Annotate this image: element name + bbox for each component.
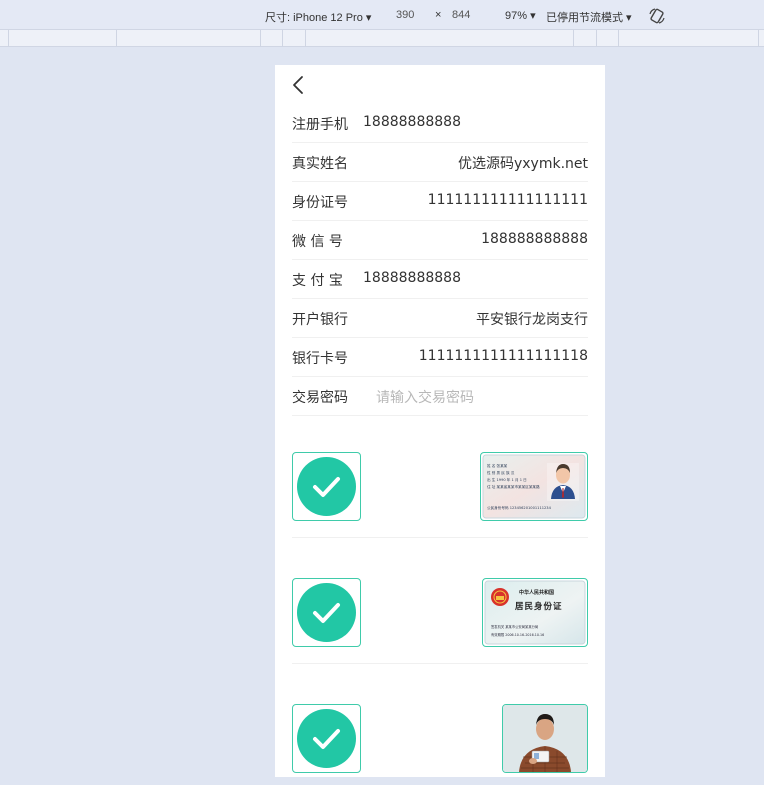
emblem-validity-value: 2006.10.16-2016.10.16 (505, 633, 544, 637)
id-sex-value: 男 (497, 470, 501, 475)
upload-id-emblem: 中华人民共和国 居民身份证 签发机关 某某市公安局某某分局 有效期限 2006.… (292, 538, 588, 664)
emblem-authority-label: 签发机关 (491, 624, 505, 629)
id-ethnic-label: 民 族 (501, 470, 510, 475)
id-name-label: 姓 名 (487, 463, 496, 468)
zoom-select[interactable]: 97% ▾ (505, 9, 536, 22)
svg-text:姓 名 张某某: 姓 名 张某某 (487, 463, 508, 468)
id-ethnic-value: 汉 (511, 470, 515, 475)
id-card-portrait-image[interactable]: 姓 名 张某某 性 别 男 民 族 汉 出 生 1990 年 1 月 1 日 住… (480, 452, 588, 521)
id-number-value: 123456201001111234 (510, 506, 552, 510)
row-value: 18888888888 (363, 114, 461, 130)
viewport-height-input[interactable]: 844 (452, 9, 470, 21)
row-card-number: 银行卡号 1111111111111111118 (292, 338, 588, 377)
row-real-name: 真实姓名 优选源码yxymk.net (292, 143, 588, 182)
ruler-segment[interactable] (305, 30, 306, 47)
back-arrow-icon[interactable] (287, 73, 311, 97)
row-label: 微 信 号 (292, 234, 343, 250)
id-birth-value: 1990 年 1 月 1 日 (497, 477, 527, 482)
upload-check-button[interactable] (292, 578, 361, 647)
row-label: 支 付 宝 (292, 273, 343, 289)
ruler-segment[interactable] (116, 30, 117, 47)
device-select[interactable]: 尺寸: iPhone 12 Pro ▾ (265, 9, 371, 25)
upload-id-portrait: 姓 名 张某某 性 别 男 民 族 汉 出 生 1990 年 1 月 1 日 住… (292, 412, 588, 538)
row-label: 真实姓名 (292, 156, 348, 172)
trade-password-input[interactable]: 请输入交易密码 (376, 387, 474, 407)
id-birth-label: 出 生 (487, 477, 496, 482)
ruler-segment[interactable] (573, 30, 574, 47)
row-phone: 注册手机 18888888888 (292, 104, 588, 143)
svg-text:签发机关 某某市公安局某某分局: 签发机关 某某市公安局某某分局 (491, 624, 538, 629)
row-bank: 开户银行 平安银行龙岗支行 (292, 299, 588, 338)
ruler-segment[interactable] (596, 30, 597, 47)
row-value: 18888888888 (363, 270, 461, 286)
emblem-validity-label: 有效期限 (491, 632, 505, 637)
row-trade-password: 交易密码 请输入交易密码 (292, 377, 588, 416)
phone-viewport: 注册手机 18888888888 真实姓名 优选源码yxymk.net 身份证号… (275, 65, 605, 777)
id-number-label: 公民身份号码 (487, 505, 509, 510)
upload-check-button[interactable] (292, 704, 361, 773)
row-id-number: 身份证号 111111111111111111 (292, 182, 588, 221)
id-address-label: 住 址 (487, 484, 496, 489)
ruler-segment[interactable] (618, 30, 619, 47)
throttle-select[interactable]: 已停用节流模式 ▾ (546, 9, 632, 25)
emblem-card-title: 居民身份证 (514, 601, 563, 612)
check-icon (297, 709, 356, 768)
row-value: 平安银行龙岗支行 (476, 312, 588, 328)
row-value: 111111111111111111 (427, 192, 588, 208)
emblem-country-text: 中华人民共和国 (519, 589, 554, 596)
emblem-authority-value: 某某市公安局某某分局 (505, 624, 538, 629)
dimension-separator: × (435, 9, 442, 21)
devtools-toolbar: 尺寸: iPhone 12 Pro ▾ 390 × 844 97% ▾ 已停用节… (0, 0, 764, 30)
row-label: 交易密码 (292, 390, 348, 406)
row-label: 开户银行 (292, 312, 348, 328)
id-card-emblem-image[interactable]: 中华人民共和国 居民身份证 签发机关 某某市公安局某某分局 有效期限 2006.… (482, 578, 588, 647)
upload-check-button[interactable] (292, 452, 361, 521)
media-query-ruler (0, 30, 764, 47)
check-icon (297, 583, 356, 642)
ruler-segment[interactable] (282, 30, 283, 47)
holding-id-photo[interactable] (502, 704, 588, 773)
ruler-segment[interactable] (758, 30, 759, 47)
row-wechat: 微 信 号 188888888888 (292, 221, 588, 260)
svg-text:出 生 1990 年 1 月 1 日: 出 生 1990 年 1 月 1 日 (487, 477, 527, 482)
row-alipay: 支 付 宝 18888888888 (292, 260, 588, 299)
row-label: 身份证号 (292, 195, 348, 211)
svg-text:有效期限 2006.10.16-2016.10.16: 有效期限 2006.10.16-2016.10.16 (491, 632, 544, 637)
upload-holding-photo (292, 664, 588, 777)
row-value: 优选源码yxymk.net (457, 156, 588, 172)
svg-text:住 址 某某省某某市某某区某某路: 住 址 某某省某某市某某区某某路 (487, 484, 540, 489)
row-value: 1111111111111111118 (418, 348, 588, 364)
id-address-value: 某某省某某市某某区某某路 (497, 484, 541, 489)
id-name-value: 张某某 (497, 463, 508, 468)
row-value: 188888888888 (481, 231, 588, 247)
row-label: 银行卡号 (292, 351, 348, 367)
id-sex-label: 性 别 (487, 470, 496, 475)
viewport-width-input[interactable]: 390 (396, 9, 414, 21)
svg-text:公民身份号码 123456201001111234: 公民身份号码 123456201001111234 (487, 505, 552, 510)
check-icon (297, 457, 356, 516)
svg-text:性 别 男 民 族 汉: 性 别 男 民 族 汉 (487, 470, 515, 475)
row-label: 注册手机 (292, 117, 348, 133)
ruler-segment[interactable] (260, 30, 261, 47)
ruler-segment[interactable] (8, 30, 9, 47)
rotate-icon[interactable] (648, 7, 666, 25)
